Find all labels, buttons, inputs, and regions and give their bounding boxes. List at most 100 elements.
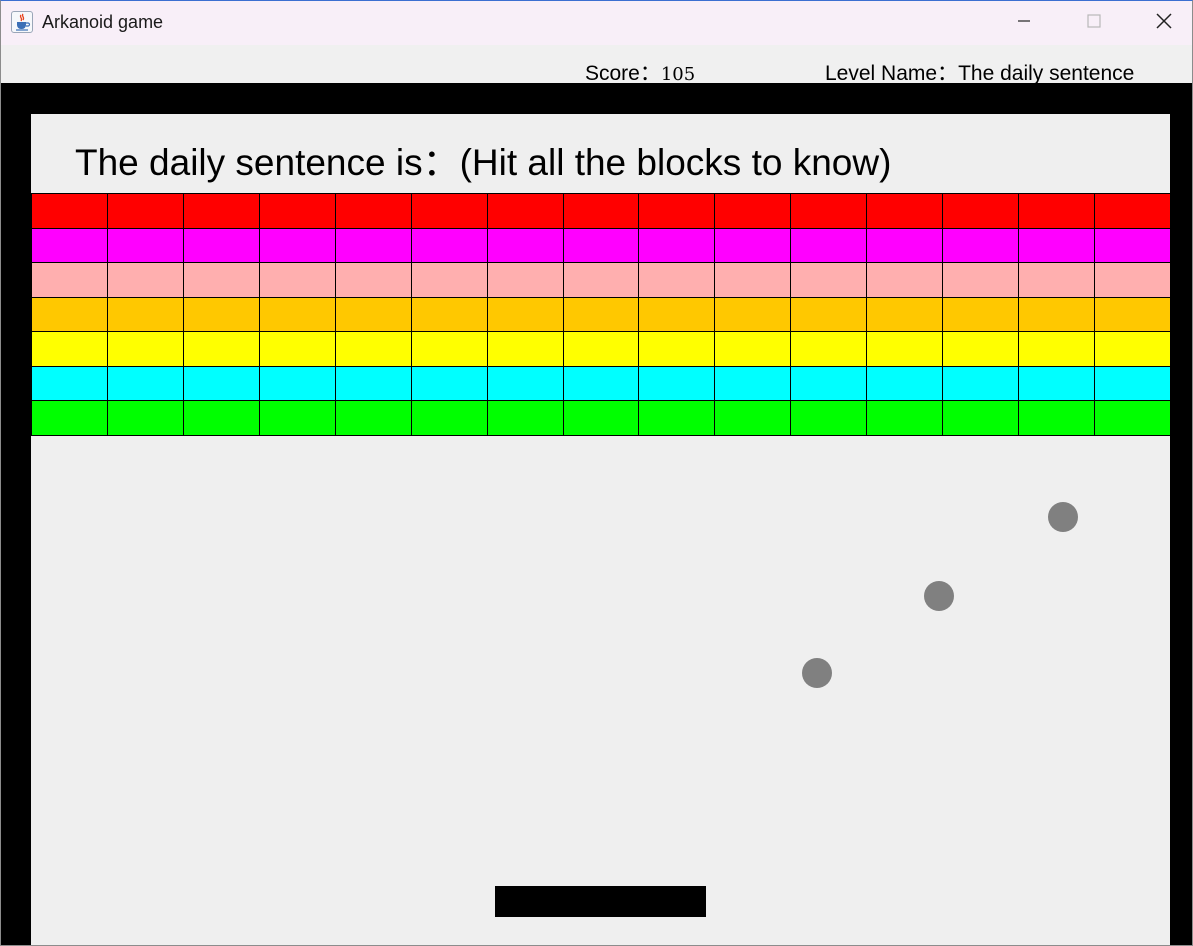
ball [924, 581, 954, 611]
brick-cyan [714, 366, 791, 401]
brick-orange [1018, 297, 1095, 332]
brick-pink [1094, 262, 1170, 298]
brick-cyan [31, 366, 108, 401]
brick-yellow [487, 331, 564, 367]
brick-pink [942, 262, 1019, 298]
brick-red [183, 193, 260, 229]
brick-magenta [563, 228, 639, 263]
brick-cyan [563, 366, 639, 401]
brick-red [411, 193, 488, 229]
brick-orange [942, 297, 1019, 332]
ball [1048, 502, 1078, 532]
brick-red [714, 193, 791, 229]
brick-cyan [183, 366, 260, 401]
brick-red [107, 193, 184, 229]
brick-orange [714, 297, 791, 332]
brick-pink [638, 262, 715, 298]
brick-green [31, 400, 108, 436]
brick-red [335, 193, 412, 229]
java-cup-icon [11, 11, 33, 33]
brick-yellow [790, 331, 867, 367]
brick-magenta [411, 228, 488, 263]
brick-orange [563, 297, 639, 332]
brick-magenta [638, 228, 715, 263]
brick-red [31, 193, 108, 229]
score-label: Score： [585, 62, 661, 85]
brick-cyan [1018, 366, 1095, 401]
brick-pink [259, 262, 336, 298]
brick-pink [31, 262, 108, 298]
brick-orange [335, 297, 412, 332]
brick-green [638, 400, 715, 436]
brick-magenta [790, 228, 867, 263]
brick-orange [107, 297, 184, 332]
brick-yellow [942, 331, 1019, 367]
brick-green [942, 400, 1019, 436]
brick-cyan [942, 366, 1019, 401]
minimize-icon [1017, 14, 1031, 33]
brick-magenta [1094, 228, 1170, 263]
ball [802, 658, 832, 688]
brick-magenta [866, 228, 943, 263]
brick-red [638, 193, 715, 229]
brick-green [107, 400, 184, 436]
brick-cyan [638, 366, 715, 401]
brick-cyan [107, 366, 184, 401]
brick-yellow [335, 331, 412, 367]
brick-cyan [790, 366, 867, 401]
brick-yellow [107, 331, 184, 367]
brick-green [563, 400, 639, 436]
brick-orange [259, 297, 336, 332]
brick-yellow [31, 331, 108, 367]
brick-red [1018, 193, 1095, 229]
brick-green [790, 400, 867, 436]
brick-cyan [1094, 366, 1170, 401]
brick-yellow [1094, 331, 1170, 367]
brick-magenta [942, 228, 1019, 263]
brick-orange [638, 297, 715, 332]
brick-pink [1018, 262, 1095, 298]
brick-green [487, 400, 564, 436]
brick-yellow [1018, 331, 1095, 367]
brick-orange [487, 297, 564, 332]
brick-red [942, 193, 1019, 229]
brick-orange [411, 297, 488, 332]
minimize-button[interactable] [989, 1, 1059, 45]
score-value: 105 [660, 64, 696, 85]
brick-cyan [487, 366, 564, 401]
close-button[interactable] [1129, 1, 1192, 45]
brick-green [259, 400, 336, 436]
brick-yellow [866, 331, 943, 367]
brick-pink [487, 262, 564, 298]
paddle[interactable] [495, 886, 706, 917]
brick-red [487, 193, 564, 229]
brick-magenta [1018, 228, 1095, 263]
brick-pink [335, 262, 412, 298]
brick-grid [31, 193, 1170, 436]
app-window: Arkanoid game Score：105 Level Name：The d… [0, 0, 1193, 946]
brick-magenta [335, 228, 412, 263]
brick-orange [790, 297, 867, 332]
brick-cyan [335, 366, 412, 401]
brick-red [563, 193, 639, 229]
level-value: The daily sentence [958, 62, 1135, 85]
close-icon [1156, 12, 1172, 34]
brick-red [1094, 193, 1170, 229]
brick-cyan [411, 366, 488, 401]
brick-pink [790, 262, 867, 298]
brick-yellow [411, 331, 488, 367]
brick-green [335, 400, 412, 436]
brick-cyan [866, 366, 943, 401]
title-bar[interactable]: Arkanoid game [1, 1, 1192, 45]
brick-yellow [183, 331, 260, 367]
brick-orange [31, 297, 108, 332]
brick-magenta [107, 228, 184, 263]
brick-yellow [638, 331, 715, 367]
brick-pink [107, 262, 184, 298]
brick-magenta [31, 228, 108, 263]
game-board[interactable]: The daily sentence is：(Hit all the block… [31, 114, 1170, 945]
brick-pink [714, 262, 791, 298]
brick-green [183, 400, 260, 436]
maximize-button[interactable] [1059, 1, 1129, 45]
brick-green [1018, 400, 1095, 436]
